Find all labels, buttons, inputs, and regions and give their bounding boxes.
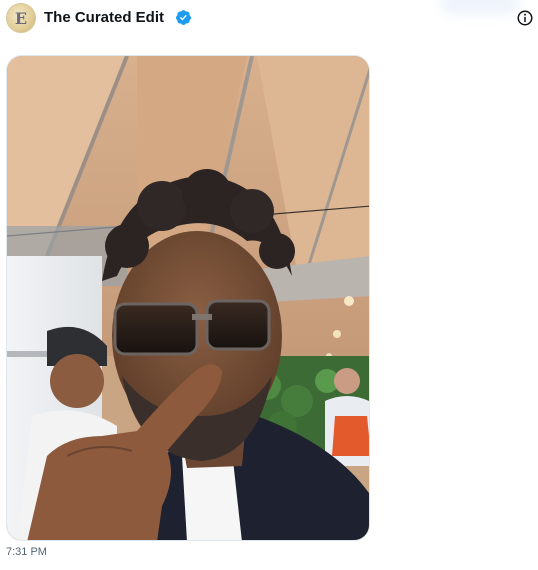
selfie-photo: [7, 56, 369, 540]
post-photo[interactable]: [6, 55, 370, 541]
account-name[interactable]: The Curated Edit: [44, 9, 164, 26]
account-avatar[interactable]: E: [6, 3, 36, 33]
avatar-monogram: E: [14, 8, 28, 28]
post-timestamp[interactable]: 7:31 PM: [6, 546, 47, 558]
header-overlay: [440, 0, 520, 14]
info-circle-icon[interactable]: [516, 9, 534, 27]
post-header: E The Curated Edit: [0, 0, 538, 38]
verified-badge-icon: [176, 10, 191, 25]
